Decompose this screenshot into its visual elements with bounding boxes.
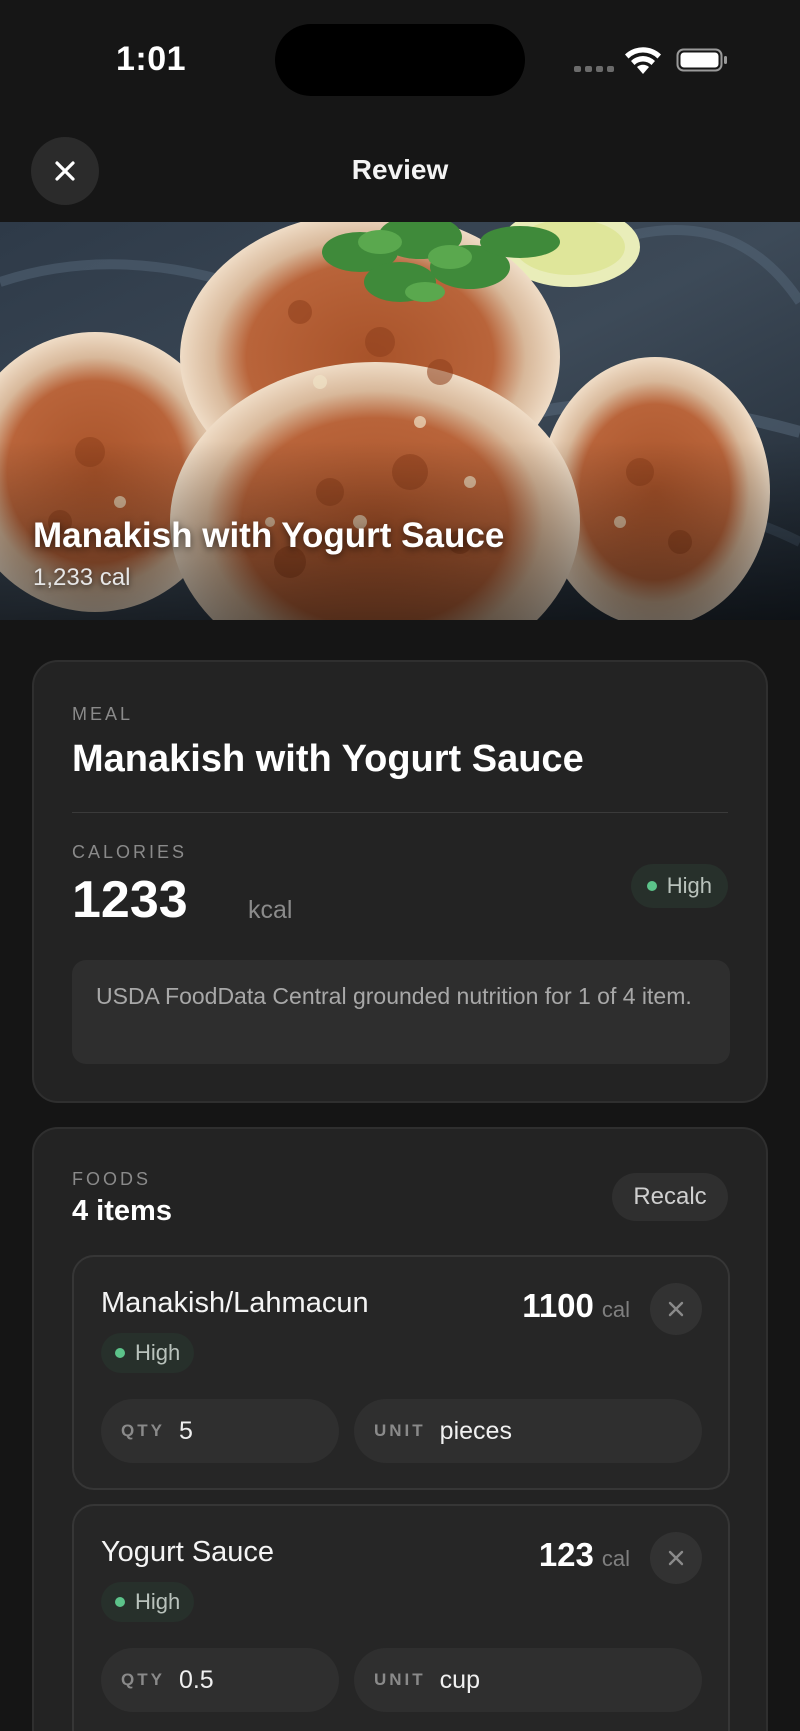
calories-label: CALORIES (72, 842, 188, 862)
close-icon (668, 1550, 684, 1566)
hero-calories: 1,233 cal (33, 564, 131, 591)
manakish-photo-illustration (0, 222, 800, 620)
food-calories: 1100 cal (522, 1287, 630, 1325)
confidence-badge: High (101, 1333, 195, 1373)
unit-field[interactable]: UNIT pieces (354, 1399, 702, 1463)
remove-food-button[interactable] (650, 1532, 702, 1584)
wifi-icon (625, 47, 661, 74)
battery-icon (676, 48, 727, 72)
food-calories-value: 123 (538, 1536, 594, 1573)
unit-value[interactable]: pieces (440, 1417, 512, 1446)
page-title: Review (351, 154, 449, 185)
confidence-label: High (135, 1589, 181, 1614)
unit-label: UNIT (374, 1670, 426, 1689)
calories-unit: kcal (248, 896, 293, 924)
recalc-button[interactable]: Recalc (612, 1173, 728, 1221)
food-item: Yogurt Sauce 123 cal High QTY 0.5 UNIT c… (72, 1504, 730, 1731)
confidence-label: High (135, 1340, 181, 1365)
dynamic-island (275, 24, 525, 96)
food-name[interactable]: Yogurt Sauce (101, 1536, 274, 1569)
calories-value[interactable]: 1233 (72, 870, 188, 930)
meal-summary-card: MEAL Manakish with Yogurt Sauce CALORIES… (32, 660, 768, 1103)
qty-value[interactable]: 0.5 (179, 1666, 214, 1695)
food-calories-value: 1100 (522, 1287, 594, 1324)
status-bar: 1:01 (0, 0, 800, 120)
nutrition-source-note: USDA FoodData Central grounded nutrition… (72, 960, 730, 1064)
remove-food-button[interactable] (650, 1283, 702, 1335)
unit-label: UNIT (374, 1421, 426, 1440)
quantity-field[interactable]: QTY 5 (101, 1399, 339, 1463)
food-name[interactable]: Manakish/Lahmacun (101, 1287, 369, 1320)
food-item: Manakish/Lahmacun 1100 cal High QTY 5 UN… (72, 1255, 730, 1490)
qty-label: QTY (121, 1670, 165, 1689)
cellular-signal-icon (574, 66, 614, 72)
confidence-badge: High (630, 864, 728, 908)
foods-card: FOODS 4 items Recalc Manakish/Lahmacun 1… (32, 1127, 768, 1731)
status-time: 1:01 (116, 40, 187, 78)
foods-label: FOODS (72, 1169, 152, 1189)
quantity-field[interactable]: QTY 0.5 (101, 1648, 339, 1712)
confidence-dot-icon (115, 1597, 125, 1607)
divider (72, 812, 728, 813)
foods-count: 4 items (72, 1195, 172, 1227)
food-calories-unit: cal (601, 1546, 630, 1571)
meal-photo: Manakish with Yogurt Sauce 1,233 cal (0, 222, 800, 620)
qty-label: QTY (121, 1421, 165, 1440)
food-calories: 123 cal (539, 1536, 630, 1574)
confidence-dot-icon (115, 1348, 125, 1358)
confidence-dot-icon (646, 881, 657, 891)
unit-value[interactable]: cup (440, 1666, 480, 1695)
food-calories-unit: cal (601, 1297, 630, 1322)
unit-field[interactable]: UNIT cup (354, 1648, 702, 1712)
meal-name[interactable]: Manakish with Yogurt Sauce (72, 738, 584, 781)
confidence-label: High (666, 873, 712, 898)
hero-meal-title: Manakish with Yogurt Sauce (33, 516, 505, 555)
navigation-header: Review (0, 120, 800, 222)
meal-label: MEAL (72, 704, 134, 724)
close-icon (668, 1301, 684, 1317)
qty-value[interactable]: 5 (179, 1417, 193, 1446)
confidence-badge: High (101, 1582, 195, 1622)
